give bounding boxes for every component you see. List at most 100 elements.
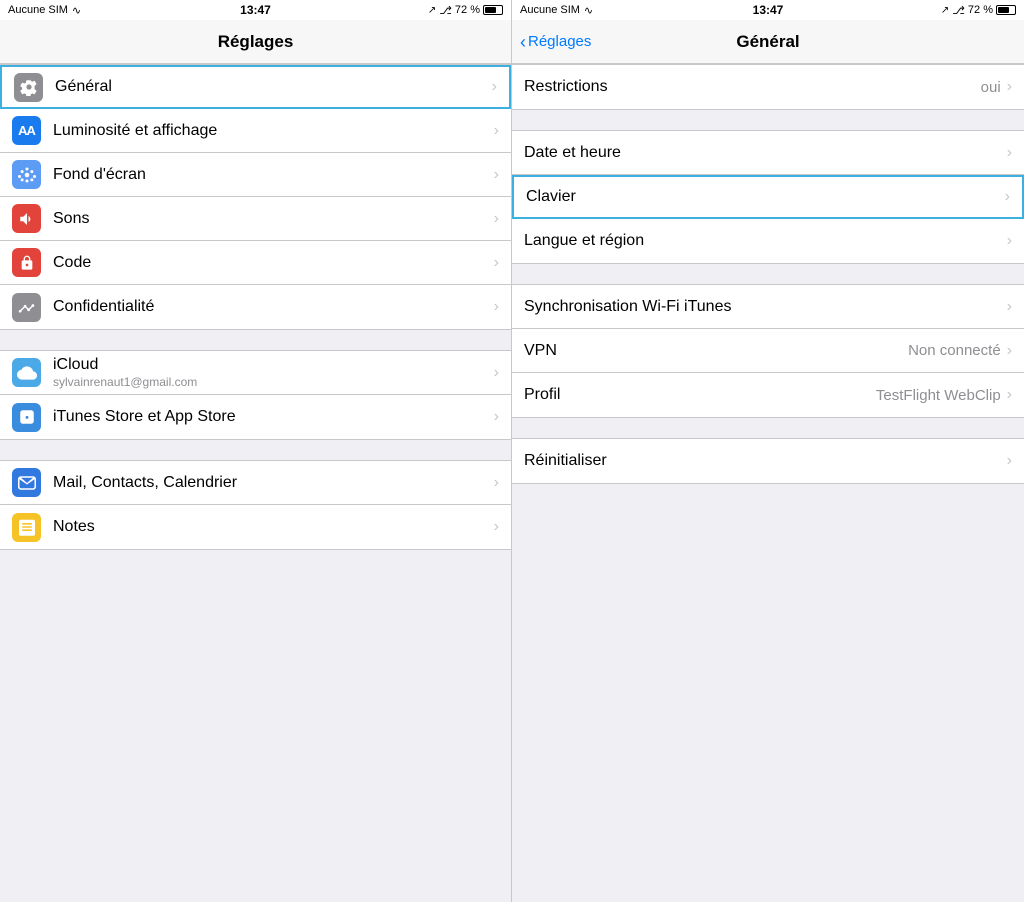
icloud-label-container: iCloud sylvainrenaut1@gmail.com [53,356,494,389]
mail-label: Mail, Contacts, Calendrier [53,474,494,492]
right-battery-icon [996,4,1016,16]
icloud-chevron: › [494,364,499,382]
langue-label: Langue et région [524,232,1007,250]
right-group-3: Synchronisation Wi-Fi iTunes › VPN Non c… [512,284,1024,418]
wallpaper-chevron: › [494,166,499,184]
row-notes[interactable]: Notes › [0,505,511,549]
row-sounds[interactable]: Sons › [0,197,511,241]
restrictions-value: oui [981,79,1001,96]
left-group-2: iCloud sylvainrenaut1@gmail.com › iTunes… [0,350,511,440]
right-group-2: Date et heure › Clavier › Langue et régi… [512,130,1024,264]
wallpaper-icon [12,160,41,189]
brightness-chevron: › [494,122,499,140]
profil-label: Profil [524,386,876,404]
datetime-chevron: › [1007,144,1012,162]
row-mail[interactable]: Mail, Contacts, Calendrier › [0,461,511,505]
general-icon [14,73,43,102]
right-status-left: Aucune SIM ∿ [520,4,593,17]
row-general[interactable]: Général › [0,65,511,109]
restrictions-chevron: › [1007,78,1012,96]
row-restrictions[interactable]: Restrictions oui › [512,65,1024,109]
left-wifi-icon: ∿ [72,4,81,17]
row-profil[interactable]: Profil TestFlight WebClip › [512,373,1024,417]
profil-value: TestFlight WebClip [876,387,1001,404]
row-privacy[interactable]: Confidentialité › [0,285,511,329]
restrictions-label: Restrictions [524,78,981,96]
sounds-icon [12,204,41,233]
vpn-chevron: › [1007,342,1012,360]
left-group-1: Général › AA Luminosité et affichage › F… [0,64,511,330]
mail-chevron: › [494,474,499,492]
langue-chevron: › [1007,232,1012,250]
left-bluetooth-icon: ⎇ [439,4,452,17]
row-itunes[interactable]: iTunes Store et App Store › [0,395,511,439]
sync-label: Synchronisation Wi-Fi iTunes [524,298,1007,316]
left-nav-bar: Réglages [0,20,511,64]
row-passcode[interactable]: Code › [0,241,511,285]
right-status-right: ↗ ⎇ 72 % [941,4,1016,17]
left-group-3: Mail, Contacts, Calendrier › Notes › [0,460,511,550]
left-panel: Aucune SIM ∿ 13:47 ↗ ⎇ 72 % Réglages [0,0,512,902]
sounds-chevron: › [494,210,499,228]
right-panel: Aucune SIM ∿ 13:47 ↗ ⎇ 72 % ‹ Réglages G… [512,0,1024,902]
reinitialiser-label: Réinitialiser [524,452,1007,470]
right-wifi-icon: ∿ [584,4,593,17]
right-location-icon: ↗ [941,5,949,16]
left-status-bar: Aucune SIM ∿ 13:47 ↗ ⎇ 72 % [0,0,511,20]
row-wallpaper[interactable]: Fond d'écran › [0,153,511,197]
wallpaper-label: Fond d'écran [53,166,494,184]
reinitialiser-chevron: › [1007,452,1012,470]
general-chevron: › [492,78,497,96]
left-no-sim: Aucune SIM [8,4,68,16]
right-group-1: Restrictions oui › [512,64,1024,110]
left-settings-list: Général › AA Luminosité et affichage › F… [0,64,511,902]
notes-chevron: › [494,518,499,536]
back-chevron-icon: ‹ [520,33,526,51]
datetime-label: Date et heure [524,144,1007,162]
icloud-label: iCloud [53,356,494,374]
right-group-4: Réinitialiser › [512,438,1024,484]
vpn-value: Non connecté [908,342,1001,359]
clavier-label: Clavier [526,188,1005,206]
notes-label: Notes [53,518,494,536]
right-nav-bar: ‹ Réglages Général [512,20,1024,64]
row-vpn[interactable]: VPN Non connecté › [512,329,1024,373]
row-brightness[interactable]: AA Luminosité et affichage › [0,109,511,153]
privacy-label: Confidentialité [53,298,494,316]
row-icloud[interactable]: iCloud sylvainrenaut1@gmail.com › [0,351,511,395]
row-datetime[interactable]: Date et heure › [512,131,1024,175]
row-langue[interactable]: Langue et région › [512,219,1024,263]
right-status-bar: Aucune SIM ∿ 13:47 ↗ ⎇ 72 % [512,0,1024,20]
right-bluetooth-icon: ⎇ [952,4,965,17]
left-status-left: Aucune SIM ∿ [8,4,81,17]
row-sync[interactable]: Synchronisation Wi-Fi iTunes › [512,285,1024,329]
notes-icon [12,513,41,542]
mail-icon [12,468,41,497]
right-time: 13:47 [753,3,784,17]
left-nav-title: Réglages [218,32,294,52]
left-status-right: ↗ ⎇ 72 % [428,4,503,17]
brightness-label: Luminosité et affichage [53,122,494,140]
itunes-label: iTunes Store et App Store [53,408,494,426]
icloud-sublabel: sylvainrenaut1@gmail.com [53,375,494,389]
brightness-icon: AA [12,116,41,145]
general-label: Général [55,78,492,96]
row-clavier[interactable]: Clavier › [512,175,1024,219]
passcode-icon [12,248,41,277]
icloud-icon [12,358,41,387]
privacy-chevron: › [494,298,499,316]
left-time: 13:47 [240,3,271,17]
row-reinitialiser[interactable]: Réinitialiser › [512,439,1024,483]
left-battery-text: 72 % [455,4,480,16]
back-label: Réglages [528,33,591,50]
itunes-icon [12,403,41,432]
privacy-icon [12,293,41,322]
passcode-label: Code [53,254,494,272]
itunes-chevron: › [494,408,499,426]
back-button[interactable]: ‹ Réglages [520,33,591,51]
passcode-chevron: › [494,254,499,272]
sounds-label: Sons [53,210,494,228]
right-battery-text: 72 % [968,4,993,16]
left-location-icon: ↗ [428,5,436,16]
sync-chevron: › [1007,298,1012,316]
